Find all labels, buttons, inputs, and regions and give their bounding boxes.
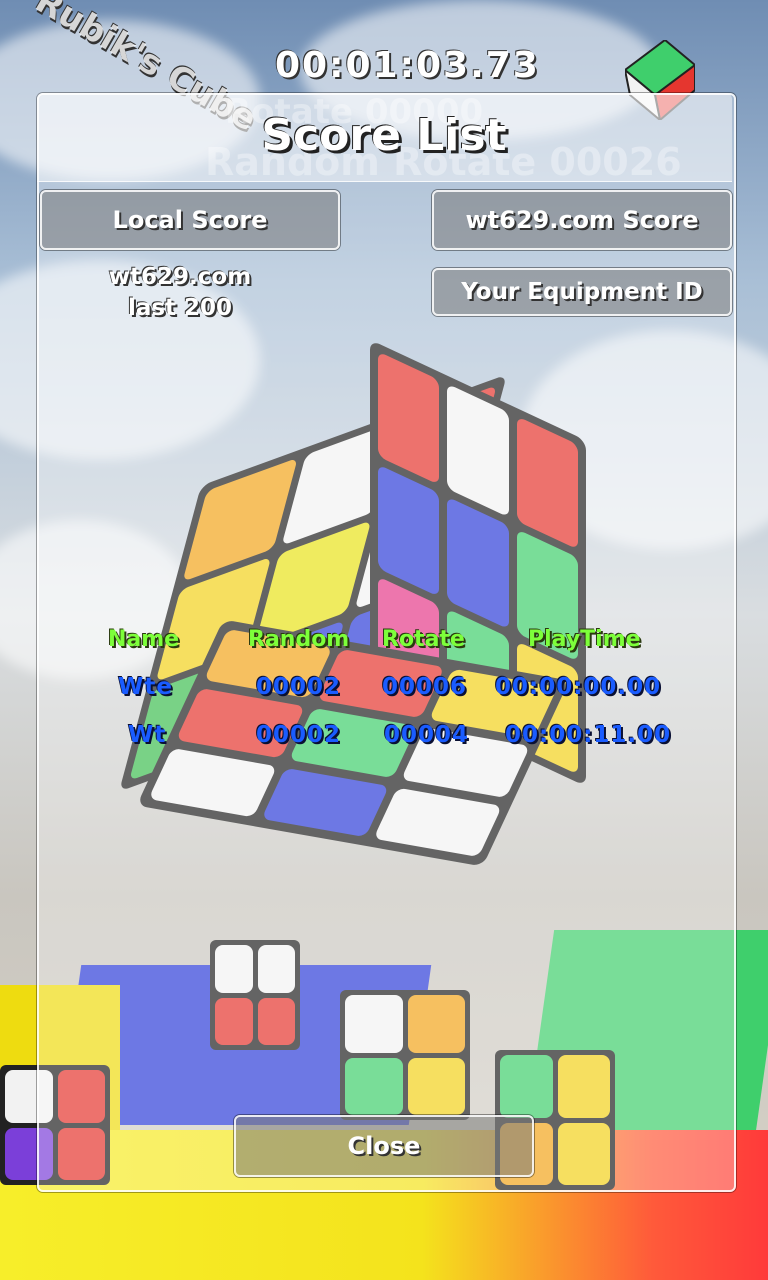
header-playtime: PlayTime: [528, 627, 641, 652]
header-random: Random: [248, 627, 350, 652]
cell-rotate: 00006: [382, 674, 468, 700]
cell-playtime: 00:00:00.00: [495, 674, 662, 700]
cell-name: Wt: [128, 722, 167, 748]
header-rotate: Rotate: [382, 627, 465, 652]
score-source-label: wt629.com last 200: [60, 262, 300, 324]
cell-rotate: 00004: [384, 722, 470, 748]
cell-random: 00002: [256, 674, 342, 700]
header-name: Name: [108, 627, 180, 652]
cell-random: 00002: [256, 722, 342, 748]
web-score-button[interactable]: wt629.com Score: [432, 190, 732, 250]
game-timer: 00:01:03.73: [275, 45, 540, 86]
cell-name: Wte: [118, 674, 173, 700]
dialog-title: Score List: [261, 110, 507, 161]
source-site: wt629.com: [108, 264, 252, 290]
close-button[interactable]: Close: [234, 1115, 534, 1177]
equipment-id-button[interactable]: Your Equipment ID: [432, 268, 732, 316]
source-range: last 200: [127, 295, 233, 321]
cell-playtime: 00:00:11.00: [505, 722, 672, 748]
local-score-button[interactable]: Local Score: [40, 190, 340, 250]
